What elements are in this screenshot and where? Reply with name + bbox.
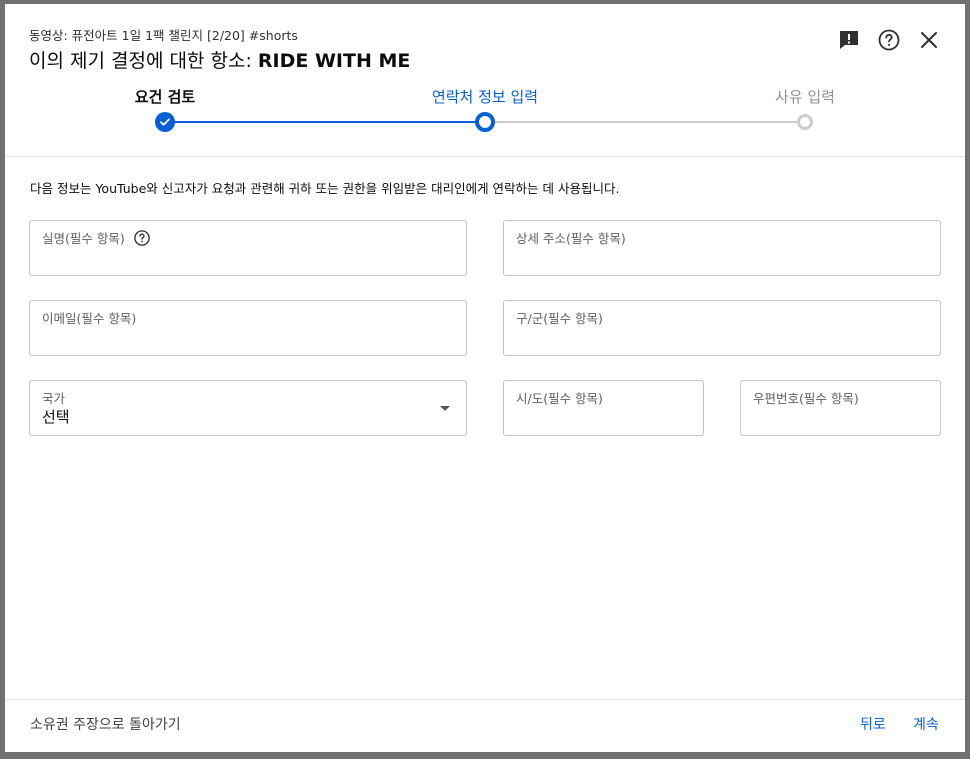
check-icon: [160, 118, 170, 126]
close-button[interactable]: [913, 24, 945, 56]
full-name-label-row: 실명(필수 항목): [42, 228, 151, 247]
step-node-requirements: [155, 112, 175, 132]
postal-code-field[interactable]: 우편번호(필수 항목): [740, 380, 941, 436]
district-label: 구/군(필수 항목): [516, 311, 603, 326]
postal-code-label: 우편번호(필수 항목): [753, 391, 859, 406]
address-field[interactable]: 상세 주소(필수 항목): [503, 220, 941, 276]
country-selected-value: 선택: [42, 408, 70, 426]
step-label-requirements: 요건 검토: [134, 88, 196, 106]
dropdown-arrow-icon: [440, 406, 450, 411]
dialog-footer: 소유권 주장으로 돌아가기 뒤로 계속: [5, 699, 965, 752]
step-label-contact-info: 연락처 정보 입력: [431, 88, 539, 106]
video-subtitle: 동영상: 퓨전아트 1일 1팩 챌린지 [2/20] #shorts: [29, 28, 298, 43]
step-node-contact-info: [475, 112, 495, 132]
country-select[interactable]: 국가 선택: [29, 380, 467, 436]
stepper: 요건 검토 연락처 정보 입력 사유 입력: [5, 84, 965, 144]
dialog-title: 이의 제기 결정에 대한 항소: RIDE WITH ME: [29, 46, 410, 73]
dialog-header: 동영상: 퓨전아트 1일 1팩 챌린지 [2/20] #shorts 이의 제기…: [5, 4, 965, 157]
contact-info-description: 다음 정보는 YouTube와 신고자가 요청과 관련해 귀하 또는 권한을 위…: [30, 181, 620, 196]
district-field[interactable]: 구/군(필수 항목): [503, 300, 941, 356]
step-label-reason: 사유 입력: [775, 88, 835, 106]
full-name-field[interactable]: 실명(필수 항목): [29, 220, 467, 276]
dialog-title-prefix: 이의 제기 결정에 대한 항소:: [29, 50, 258, 72]
back-to-claim-link[interactable]: 소유권 주장으로 돌아가기: [30, 714, 181, 734]
dialog-title-video: RIDE WITH ME: [257, 50, 411, 72]
city-label: 시/도(필수 항목): [516, 391, 603, 406]
help-icon: [133, 229, 150, 246]
close-icon: [921, 32, 937, 48]
step-node-reason: [797, 114, 813, 130]
email-label: 이메일(필수 항목): [42, 311, 137, 326]
continue-button[interactable]: 계속: [913, 714, 939, 734]
email-field[interactable]: 이메일(필수 항목): [29, 300, 467, 356]
full-name-label: 실명(필수 항목): [42, 231, 125, 246]
header-actions: [833, 24, 945, 56]
appeal-dialog: 동영상: 퓨전아트 1일 1팩 챌린지 [2/20] #shorts 이의 제기…: [5, 4, 965, 752]
help-button[interactable]: [873, 24, 905, 56]
feedback-icon: [840, 31, 858, 49]
help-icon: [878, 29, 900, 51]
full-name-help-button[interactable]: [133, 229, 151, 247]
address-label: 상세 주소(필수 항목): [516, 231, 626, 246]
country-label: 국가: [42, 391, 66, 406]
back-button[interactable]: 뒤로: [860, 714, 886, 734]
feedback-button[interactable]: [833, 24, 865, 56]
city-field[interactable]: 시/도(필수 항목): [503, 380, 704, 436]
stepper-remaining-line: [485, 121, 805, 123]
stepper-progress-line: [165, 121, 485, 123]
